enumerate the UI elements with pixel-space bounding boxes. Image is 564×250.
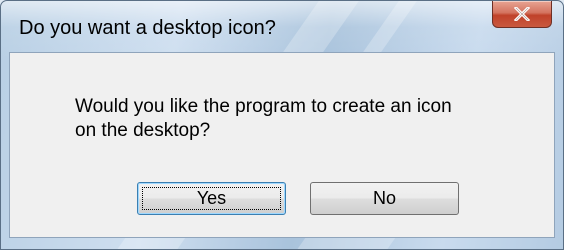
no-button-label: No (372, 188, 396, 208)
yes-button[interactable]: Yes (137, 182, 286, 215)
glass-streak (363, 1, 417, 52)
dialog-client-area: Would you like the program to create an … (9, 52, 555, 238)
no-button[interactable]: No (310, 182, 459, 215)
message-line: on the desktop? (75, 120, 211, 141)
yes-button-label: Yes (196, 188, 227, 208)
close-x-icon (514, 7, 530, 21)
window-title: Do you want a desktop icon? (19, 17, 276, 39)
glass-streak (116, 237, 186, 249)
dialog-message: Would you like the program to create an … (75, 95, 515, 143)
close-button[interactable] (492, 1, 552, 28)
message-line: Would you like the program to create an … (75, 96, 452, 117)
dialog-window: Do you want a desktop icon? Would you li… (0, 0, 564, 250)
glass-streak (283, 1, 359, 52)
glass-streak (296, 237, 396, 249)
